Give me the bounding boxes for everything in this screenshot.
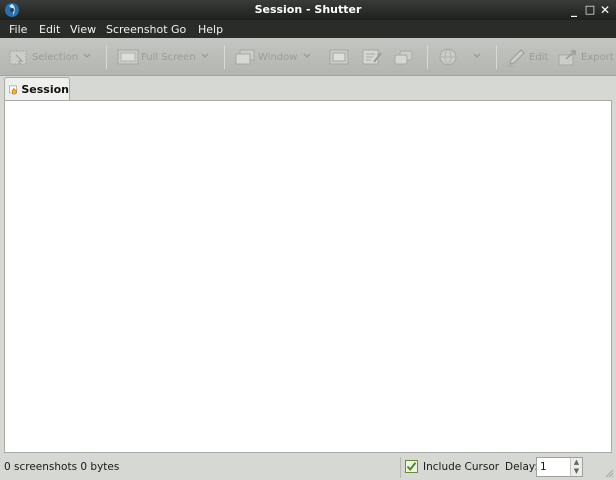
- section-button[interactable]: [328, 46, 350, 68]
- fullscreen-dropdown-chevron-icon[interactable]: [200, 51, 210, 61]
- resize-grip-icon[interactable]: [604, 468, 614, 478]
- session-hand-icon: [9, 85, 17, 94]
- menu-screenshot[interactable]: Screenshot: [106, 23, 168, 36]
- selection-icon: [9, 50, 27, 65]
- export-label: Export: [581, 51, 614, 63]
- fullscreen-label: Full Screen: [141, 51, 196, 63]
- screenshot-count-status: 0 screenshots 0 bytes: [4, 461, 120, 473]
- session-content-area[interactable]: [4, 100, 612, 453]
- window-title: Session - Shutter: [254, 3, 362, 16]
- web-capture-button[interactable]: [437, 46, 459, 68]
- menu-file[interactable]: File: [9, 23, 27, 36]
- menu-go[interactable]: Go: [171, 23, 186, 36]
- menu-view[interactable]: View: [70, 23, 96, 36]
- include-cursor-checkbox[interactable]: [405, 460, 418, 473]
- export-button[interactable]: Export: [557, 46, 614, 68]
- toolbar-separator: [106, 45, 107, 69]
- toolbar-separator: [427, 45, 428, 69]
- edit-label: Edit: [529, 51, 549, 63]
- toolbar-separator: [496, 45, 497, 69]
- edit-pencil-icon: [507, 49, 525, 67]
- window-dropdown-chevron-icon[interactable]: [302, 51, 312, 61]
- close-icon[interactable]: ✕: [598, 3, 612, 17]
- export-icon: [558, 50, 576, 66]
- status-divider: [400, 457, 401, 478]
- delay-label: Delay:: [505, 461, 538, 473]
- globe-icon: [439, 48, 457, 66]
- selection-dropdown-chevron-icon[interactable]: [82, 51, 92, 61]
- menu-capture-button[interactable]: [361, 46, 383, 68]
- tab-session[interactable]: Session: [4, 77, 70, 101]
- menu-edit[interactable]: Edit: [39, 23, 60, 36]
- selection-label: Selection: [32, 51, 79, 63]
- status-bar: 0 screenshots 0 bytes Include Cursor Del…: [0, 455, 616, 480]
- web-dropdown-chevron-icon[interactable]: [472, 51, 482, 61]
- section-icon: [329, 49, 349, 65]
- window-icon: [235, 49, 255, 65]
- delay-value[interactable]: 1: [540, 461, 547, 473]
- tooltip-capture-button[interactable]: [393, 46, 415, 68]
- edit-button[interactable]: Edit: [507, 46, 548, 68]
- menu-bar: File Edit View Screenshot Go Help: [0, 20, 616, 38]
- window-label: Window: [258, 51, 298, 63]
- delay-spinbutton[interactable]: 1 ▲ ▼: [536, 457, 583, 477]
- tab-session-label: Session: [21, 83, 69, 96]
- selection-button[interactable]: Selection: [8, 46, 78, 68]
- maximize-icon[interactable]: □: [583, 3, 597, 17]
- increment-chevron-up-icon[interactable]: ▲: [571, 458, 582, 467]
- menu-help[interactable]: Help: [198, 23, 223, 36]
- title-bar: Session - Shutter _ □ ✕: [0, 0, 616, 20]
- fullscreen-icon: [117, 49, 139, 65]
- fullscreen-button[interactable]: Full Screen: [117, 46, 196, 68]
- checkmark-icon: [406, 462, 417, 472]
- tooltip-capture-icon: [394, 50, 413, 65]
- menu-capture-icon: [362, 49, 382, 65]
- window-button[interactable]: Window: [234, 46, 297, 68]
- minimize-icon[interactable]: _: [567, 3, 581, 17]
- decrement-chevron-down-icon[interactable]: ▼: [571, 467, 582, 476]
- toolbar: Selection Full Screen Window Edit Export: [0, 38, 616, 76]
- tab-strip: Session: [0, 76, 616, 101]
- toolbar-separator: [224, 45, 225, 69]
- include-cursor-label[interactable]: Include Cursor: [423, 461, 499, 473]
- delay-stepper: ▲ ▼: [570, 458, 582, 476]
